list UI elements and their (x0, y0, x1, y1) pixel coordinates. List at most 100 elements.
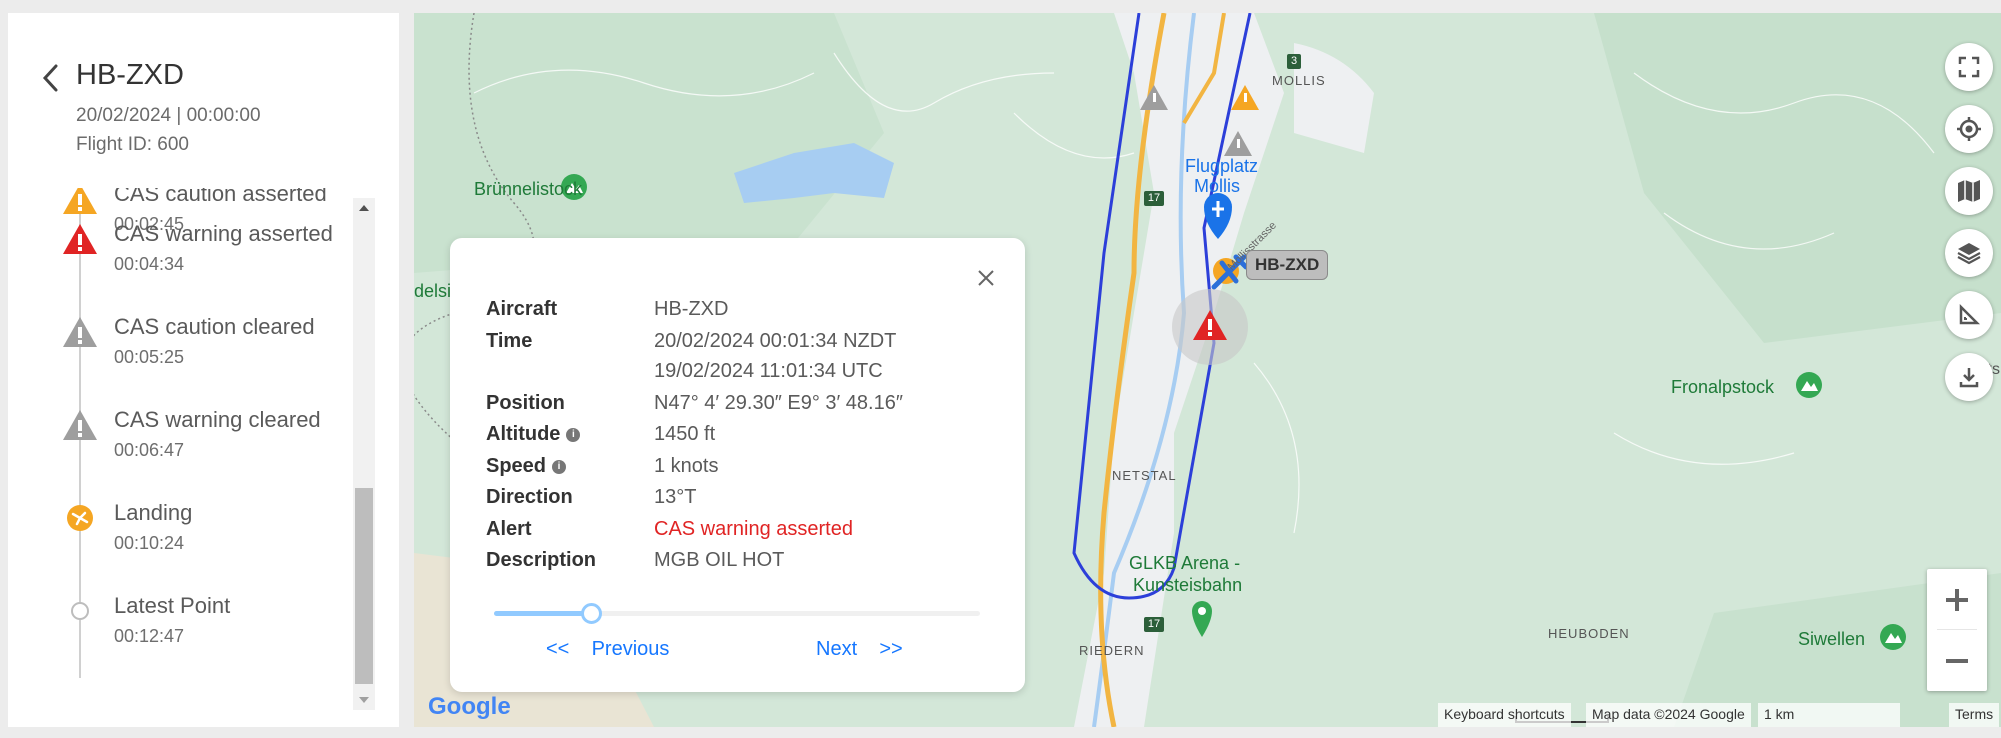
map-label-glkb-1: GLKB Arena - (1129, 553, 1241, 573)
map-data-attribution: Map data ©2024 Google (1586, 703, 1751, 727)
row-position: Position N47° 4′ 29.30″ E9° 3′ 48.16″ (486, 392, 1006, 422)
timeline-slider[interactable] (494, 602, 980, 624)
flight-panel: HB-ZXD 20/02/2024 | 00:00:00 Flight ID: … (8, 13, 399, 727)
event-time: 00:05:25 (114, 347, 185, 367)
aircraft-registration: HB-ZXD (76, 59, 184, 91)
event-time: 00:06:47 (114, 440, 185, 460)
map-label-siwellen: Siwellen (1798, 629, 1866, 649)
event-label: Landing (114, 500, 193, 525)
zoom-in-button[interactable] (1927, 569, 1987, 630)
event-item-latest-point[interactable]: Latest Point 00:12:47 (8, 593, 353, 673)
map-label-riedern: RIEDERN (1079, 643, 1145, 658)
layers-button[interactable] (1945, 229, 1993, 277)
map-label-mollis: MOLLIS (1272, 73, 1326, 88)
aircraft-tag[interactable]: HB-ZXD (1246, 250, 1329, 280)
fullscreen-button[interactable] (1945, 43, 1993, 91)
poi-marker-siwellen (1880, 624, 1906, 650)
map-icon (1958, 180, 1980, 202)
download-button[interactable] (1945, 353, 1993, 401)
map-alert-warning-selected (1172, 289, 1248, 365)
event-time: 00:12:47 (114, 626, 185, 646)
landing-icon (60, 500, 100, 536)
plus-icon (1946, 588, 1968, 611)
time-label: Time (486, 330, 533, 352)
map-label-mollis-airport: Mollis (1194, 176, 1241, 196)
caution-triangle-icon (60, 188, 100, 217)
next-button[interactable]: Next >> (816, 638, 903, 661)
warning-triangle-icon (60, 221, 100, 257)
download-icon (1959, 368, 1979, 388)
road-shield-17-north: 17 (1147, 192, 1161, 204)
flight-id: Flight ID: 600 (76, 134, 189, 155)
event-time: 00:10:24 (114, 533, 185, 553)
terms-link[interactable]: Terms (1949, 703, 2000, 727)
map-label-brunnelistock: Brünnelistock (474, 179, 583, 199)
speed-value: 1 knots (654, 455, 719, 477)
point-icon (60, 593, 100, 629)
alert-label: Alert (486, 518, 532, 540)
event-item-warning-cleared[interactable]: CAS warning cleared 00:06:47 (8, 407, 353, 487)
event-label: CAS warning cleared (114, 407, 321, 432)
scrollbar-thumb[interactable] (355, 488, 373, 684)
road-shield-17-south: 17 (1147, 618, 1161, 630)
measure-button[interactable] (1945, 291, 1993, 339)
row-time-utc: 19/02/2024 11:01:34 UTC (486, 360, 1006, 390)
locate-button[interactable] (1945, 105, 1993, 153)
event-item-warning-asserted[interactable]: CAS warning asserted 00:04:34 (8, 221, 353, 301)
point-detail-popup: Aircraft HB-ZXD Time 20/02/2024 00:01:34… (450, 238, 1025, 692)
poi-marker-fronalpstock (1796, 372, 1822, 398)
event-label: Latest Point (114, 593, 231, 618)
slider-fill (494, 611, 592, 616)
map-label-glkb-2: Kunsteisbahn (1133, 575, 1243, 595)
scroll-up-arrow-icon[interactable] (353, 198, 375, 218)
ruler-icon (1959, 303, 1981, 325)
row-aircraft: Aircraft HB-ZXD (486, 298, 1006, 328)
event-time: 00:04:34 (114, 254, 185, 274)
info-icon[interactable]: i (566, 427, 581, 442)
zoom-out-button[interactable] (1927, 630, 1987, 691)
aircraft-value: HB-ZXD (654, 298, 729, 320)
row-altitude: Altitude i 1450 ft (486, 423, 1006, 453)
row-description: Description MGB OIL HOT (486, 549, 1006, 579)
close-button[interactable] (972, 264, 1000, 292)
map-type-button[interactable] (1945, 167, 1993, 215)
altitude-label: Altitude (486, 423, 561, 445)
alert-value: CAS warning asserted (654, 518, 853, 540)
row-speed: Speed i 1 knots (486, 455, 1006, 485)
position-label: Position (486, 392, 565, 414)
scroll-down-arrow-icon[interactable] (353, 690, 375, 710)
map-label-netstal: NETSTAL (1112, 468, 1177, 483)
event-label: CAS warning asserted (114, 221, 333, 246)
scale-label[interactable]: 1 km (1758, 703, 1901, 727)
direction-label: Direction (486, 486, 573, 508)
map-label-delsi: delsi (414, 281, 452, 301)
map-label-flugplatz: Flugplatz (1185, 156, 1259, 176)
minus-icon (1946, 658, 1968, 663)
back-button[interactable] (40, 63, 62, 93)
google-logo: Google (428, 693, 511, 720)
time-utc-value: 19/02/2024 11:01:34 UTC (654, 360, 883, 382)
crosshair-icon (1957, 117, 1981, 141)
aircraft-label: Aircraft (486, 298, 558, 320)
time-local-value: 20/02/2024 00:01:34 NZDT (654, 330, 897, 352)
close-icon (978, 270, 994, 286)
fullscreen-icon (1958, 56, 1980, 78)
event-item-caution-cleared[interactable]: CAS caution cleared 00:05:25 (8, 314, 353, 394)
row-direction: Direction 13°T (486, 486, 1006, 516)
cleared-triangle-icon (60, 314, 100, 350)
cleared-triangle-icon (60, 407, 100, 443)
position-value: N47° 4′ 29.30″ E9° 3′ 48.16″ (654, 392, 903, 414)
map-label-fronalpstock: Fronalpstock (1671, 377, 1775, 397)
row-alert: Alert CAS warning asserted (486, 518, 1006, 548)
speed-label: Speed (486, 455, 547, 477)
event-item-landing[interactable]: Landing 00:10:24 (8, 500, 353, 580)
keyboard-shortcuts-link[interactable]: Keyboard shortcuts (1438, 703, 1571, 727)
event-scrollbar[interactable] (353, 198, 375, 710)
map-label-heuboden: HEUBODEN (1548, 626, 1630, 641)
slider-handle[interactable] (581, 603, 603, 624)
previous-button[interactable]: << Previous (546, 638, 669, 661)
info-icon[interactable]: i (552, 459, 567, 474)
description-label: Description (486, 549, 597, 571)
row-time: Time 20/02/2024 00:01:34 NZDT (486, 330, 1006, 360)
event-timeline: CAS caution asserted 00:02:45 CAS warnin… (8, 188, 353, 708)
